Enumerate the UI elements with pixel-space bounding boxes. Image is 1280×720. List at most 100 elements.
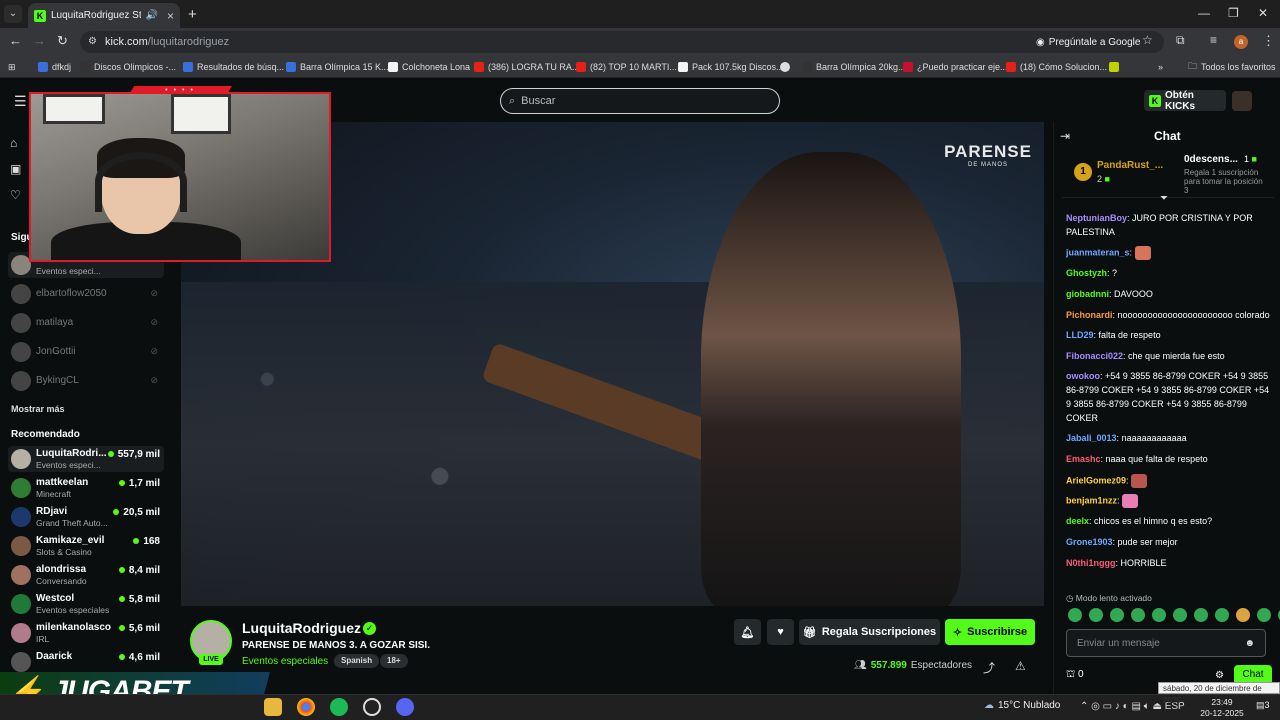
menu-icon[interactable]: ⋮ [1262, 33, 1275, 49]
emote-button[interactable] [1131, 608, 1145, 622]
bookmark-item[interactable]: Colchoneta Lona [388, 60, 470, 74]
emoji-picker-icon[interactable]: ☻ [1244, 638, 1255, 649]
bookmark-item[interactable]: dfkdj [38, 60, 71, 74]
show-more-link[interactable]: Mostrar más [11, 404, 65, 414]
apps-icon[interactable]: ⊞ [8, 60, 16, 74]
chat-username[interactable]: Pichonardi [1066, 310, 1113, 320]
sidebar-offline-channel[interactable]: JonGottii ⊘ [8, 339, 164, 365]
close-window-button[interactable]: ✕ [1258, 6, 1268, 20]
bookmark-item[interactable]: (82) TOP 10 MARTI... [576, 60, 677, 74]
sidebar-offline-channel[interactable]: BykingCL ⊘ [8, 368, 164, 394]
sidebar-recommended-channel[interactable]: mattkeelan Minecraft 1,7 mil [8, 475, 164, 501]
stream-category-link[interactable]: Eventos especiales [242, 656, 328, 667]
sidebar-recommended-channel[interactable]: alondrissa Conversando 8,4 mil [8, 562, 164, 588]
chat-settings-icon[interactable]: ⚙ [1215, 670, 1224, 681]
bookmark-star-icon[interactable]: ☆ [1142, 33, 1153, 47]
collapse-chat-icon[interactable]: ⇥ [1060, 129, 1070, 143]
leaderboard-user-1[interactable]: PandaRust_... [1097, 160, 1163, 171]
spotify-icon[interactable] [330, 698, 348, 716]
share-icon[interactable]: ⤴ [983, 659, 995, 676]
leaderboard-user-2[interactable]: 0descens... [1184, 154, 1238, 165]
chat-username[interactable]: Emashc [1066, 454, 1101, 464]
bookmark-item[interactable]: Barra Olímpica 15 K... [286, 60, 389, 74]
chat-username[interactable]: benjam1nzz [1066, 496, 1117, 506]
sidebar-offline-channel[interactable]: matilaya ⊘ [8, 310, 164, 336]
chat-username[interactable]: Ghostyzh [1066, 268, 1107, 278]
chat-username[interactable]: juanmateran_s [1066, 248, 1130, 258]
new-tab-button[interactable]: + [188, 6, 197, 23]
chat-message-input[interactable]: Enviar un mensaje ☻ [1066, 629, 1266, 657]
bookmark-item[interactable]: (386) LOGRA TU RA... [474, 60, 579, 74]
channel-name[interactable]: LuquitaRodriguez [242, 620, 361, 636]
tag-mature[interactable]: 18+ [380, 654, 408, 668]
audio-icon[interactable]: 🔊 [146, 10, 158, 21]
extensions-icon[interactable]: ⧉ [1176, 33, 1185, 48]
get-kicks-button[interactable]: K Obtén KICKs [1144, 90, 1226, 112]
sidebar-recommended-channel[interactable]: Kamikaze_evil Slots & Casino 168 [8, 533, 164, 559]
sidebar-recommended-channel[interactable]: milenkanolasco IRL 5,6 mil [8, 620, 164, 646]
all-bookmarks-folder[interactable]: 🗀 Todos los favoritos [1188, 60, 1276, 74]
emote-button[interactable] [1257, 608, 1271, 622]
gift-subscriptions-button[interactable]: 🎁︎ Regala Suscripciones [799, 619, 940, 645]
bookmark-item[interactable]: Resultados de búsq... [183, 60, 284, 74]
address-bar[interactable] [80, 31, 1164, 53]
channel-points[interactable]: ⛫ 0 [1066, 669, 1084, 682]
bookmark-item[interactable]: Pack 107.5kg Discos... [678, 60, 784, 74]
chat-username[interactable]: Jabali_0013 [1066, 433, 1117, 443]
emote-button[interactable] [1110, 608, 1124, 622]
search-input[interactable]: ⌕ Buscar [500, 88, 780, 114]
file-explorer-icon[interactable] [264, 698, 282, 716]
emote-button[interactable] [1194, 608, 1208, 622]
discord-icon[interactable] [396, 698, 414, 716]
chat-username[interactable]: owokoo [1066, 371, 1100, 381]
bookmark-item[interactable]: Barra Olímpica 20kg... [802, 60, 906, 74]
back-icon[interactable]: ← [9, 33, 22, 48]
tag-language[interactable]: Spanish [334, 654, 380, 668]
chat-username[interactable]: Grone1903 [1066, 537, 1113, 547]
site-info-icon[interactable]: ⚙ [88, 36, 97, 47]
emote-button[interactable] [1152, 608, 1166, 622]
following-icon[interactable]: ♡ [10, 188, 21, 202]
sidebar-recommended-channel[interactable]: Daarick 4,6 mil [8, 649, 164, 675]
forward-icon[interactable]: → [33, 33, 46, 48]
bookmark-item[interactable]: Discos Olimpicos -... [80, 60, 176, 74]
home-icon[interactable]: ⌂ [10, 136, 17, 150]
report-icon[interactable]: ⚠ [1015, 659, 1026, 673]
chat-username[interactable]: ArielGomez09 [1066, 475, 1126, 485]
emote-button[interactable] [1236, 608, 1250, 622]
chat-username[interactable]: N0thi1nggg [1066, 558, 1116, 568]
close-tab-icon[interactable]: × [167, 9, 174, 23]
chrome-icon[interactable] [297, 698, 315, 716]
bookmark-item[interactable]: ¿Puedo practicar eje... [903, 60, 1008, 74]
sidebar-recommended-channel[interactable]: LuquitaRodri... Eventos especi... 557,9 mi… [8, 446, 164, 472]
follow-button[interactable]: ♥ [767, 619, 794, 645]
expand-pinned-icon[interactable]: ⏷ [1160, 193, 1168, 204]
browse-icon[interactable]: ▣ [10, 162, 21, 176]
ask-google-button[interactable]: ◉ Pregúntale a Google [1030, 33, 1146, 51]
bookmark-item[interactable] [780, 60, 794, 74]
sidebar-offline-channel[interactable]: elbartoflow2050 ⊘ [8, 281, 164, 307]
media-icon[interactable]: ≡ [1210, 33, 1217, 47]
chat-username[interactable]: deelx [1066, 516, 1089, 526]
more-bookmarks-icon[interactable]: » [1158, 60, 1163, 74]
subscribe-button[interactable]: ✧ Suscribirse [945, 619, 1035, 645]
chat-username[interactable]: giobadnni [1066, 289, 1109, 299]
tab-search-button[interactable]: ⌄ [4, 5, 22, 23]
emote-button[interactable] [1215, 608, 1229, 622]
obs-icon[interactable] [363, 698, 381, 716]
clock[interactable]: 23:49 20-12-2025 [1200, 697, 1244, 719]
maximize-button[interactable]: ❐ [1228, 6, 1239, 20]
chat-username[interactable]: NeptunianBoy [1066, 213, 1127, 223]
browser-tab-active[interactable]: K LuquitaRodriguez Stream - 🔊 × [28, 3, 180, 28]
hamburger-menu-icon[interactable]: ☰ [14, 93, 27, 110]
bookmark-item[interactable] [1109, 60, 1119, 74]
sidebar-recommended-channel[interactable]: RDjavi Grand Theft Auto... 20,5 mil [8, 504, 164, 530]
profile-avatar[interactable]: a [1234, 35, 1248, 49]
notification-center[interactable]: ▤3 [1256, 700, 1270, 711]
weather-widget[interactable]: ☁ 15°C Nublado [984, 700, 1060, 711]
notification-bell-button[interactable]: 🔔︎ [734, 619, 761, 645]
reload-icon[interactable]: ↻ [57, 33, 68, 49]
emote-button[interactable] [1089, 608, 1103, 622]
minimize-button[interactable]: — [1198, 6, 1210, 20]
url-text[interactable]: kick.com/luquitarodriguez [105, 36, 229, 48]
